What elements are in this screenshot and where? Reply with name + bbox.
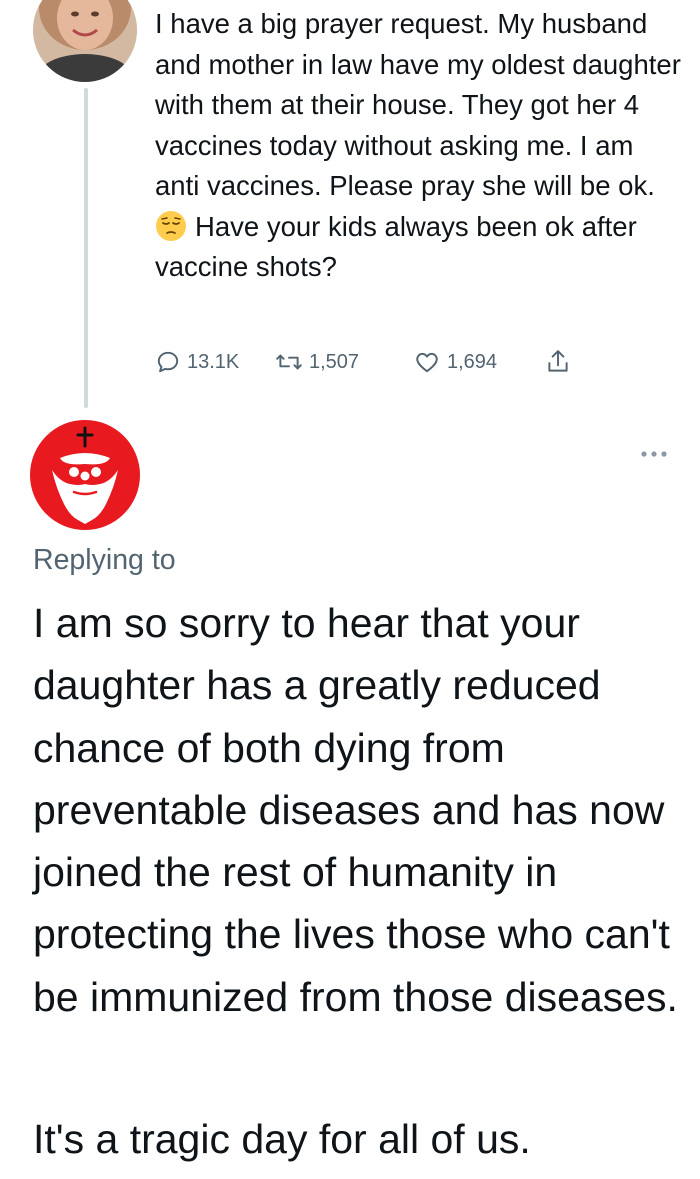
tweet-actions-bar: 13.1K 1,507 1,694 bbox=[155, 342, 595, 382]
reply-button[interactable]: 13.1K bbox=[155, 342, 239, 382]
like-count: 1,694 bbox=[447, 350, 498, 373]
original-author-avatar[interactable] bbox=[33, 0, 137, 82]
pensive-face-icon bbox=[156, 210, 186, 241]
original-tweet-question: Have your kids always been ok after vacc… bbox=[155, 210, 637, 283]
bearded-face-logo-icon bbox=[30, 420, 140, 530]
original-tweet-text: I have a big prayer request. My husband … bbox=[155, 4, 685, 288]
heart-icon bbox=[416, 352, 438, 373]
reply-count: 13.1K bbox=[187, 350, 240, 373]
share-icon bbox=[548, 350, 568, 372]
reply-author-avatar[interactable] bbox=[30, 420, 140, 530]
retweet-button[interactable]: 1,507 bbox=[275, 342, 359, 382]
thread-connector-line bbox=[84, 88, 88, 408]
share-button[interactable] bbox=[545, 342, 571, 382]
reply-tweet-text: I am so sorry to hear that your daughter… bbox=[33, 600, 678, 1020]
original-tweet-body: I have a big prayer request. My husband … bbox=[155, 8, 681, 201]
replying-to-label: Replying to bbox=[33, 544, 176, 576]
retweet-icon bbox=[276, 354, 302, 370]
reply-tweet-text-closing: It's a tragic day for all of us. bbox=[33, 1116, 531, 1162]
avatar-photo-icon bbox=[33, 0, 137, 82]
like-button[interactable]: 1,694 bbox=[413, 342, 497, 382]
speech-bubble-icon bbox=[157, 351, 179, 373]
retweet-count: 1,507 bbox=[309, 350, 360, 373]
more-dots-icon[interactable] bbox=[634, 442, 674, 466]
